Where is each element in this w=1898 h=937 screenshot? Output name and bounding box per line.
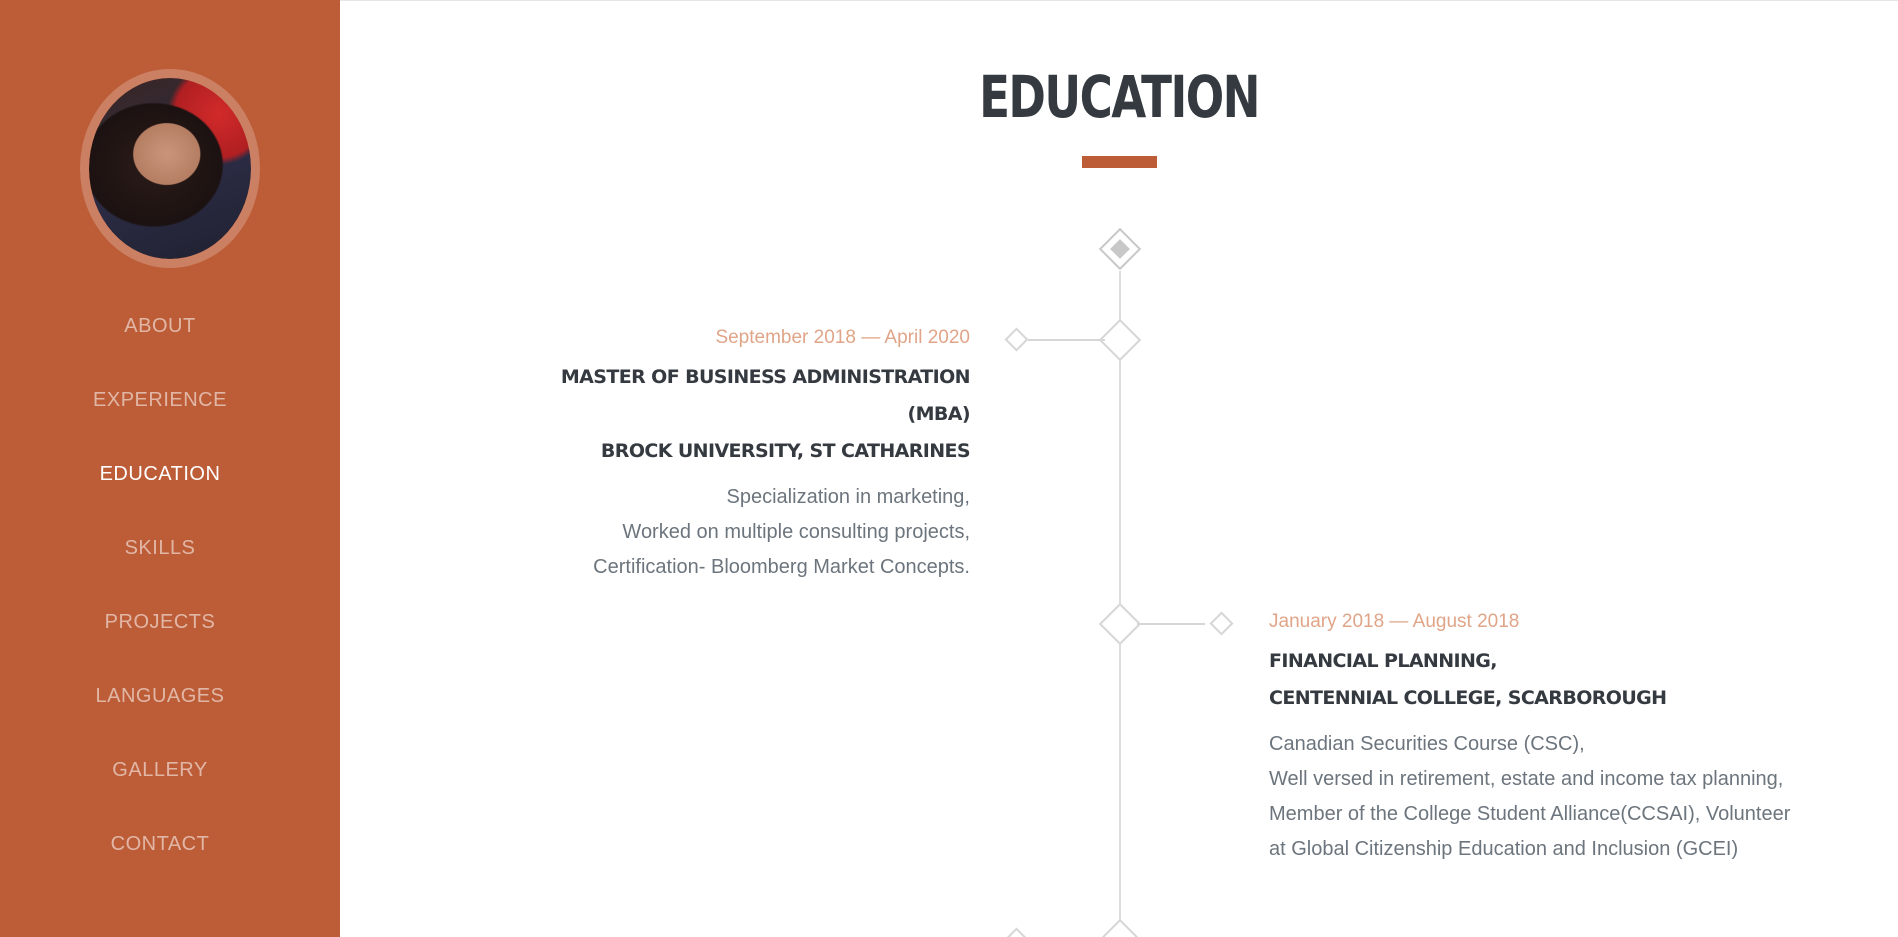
timeline-connector [1137, 623, 1205, 625]
timeline-node [1098, 602, 1142, 646]
timeline-connector [1028, 339, 1105, 341]
entry-school: BROCK UNIVERSITY, ST CATHARINES [600, 440, 971, 462]
nav-item-experience[interactable]: Experience [0, 374, 320, 448]
entry-description-line: Specialization in marketing, [726, 486, 970, 508]
timeline-start-marker [1098, 227, 1142, 271]
sidebar-nav: About Experience Education Skills Projec… [0, 300, 320, 892]
entry-school: CENTENNIAL COLLEGE, SCARBOROUGH [1269, 687, 1667, 709]
entry-date: January 2018 — August 2018 [1269, 611, 1520, 632]
nav-item-projects[interactable]: Projects [0, 596, 320, 670]
nav-item-languages[interactable]: Languages [0, 670, 320, 744]
section-title: EDUCATION [979, 63, 1260, 131]
education-entry-financial-planning: January 2018 — August 2018 FINANCIAL PLA… [1269, 611, 1839, 867]
entry-description: Specialization in marketing, Worked on m… [520, 480, 970, 585]
timeline-node [1098, 918, 1142, 937]
entry-date: September 2018 — April 2020 [715, 327, 970, 348]
title-underline [1082, 156, 1157, 168]
entry-description-line: at Global Citizenship Education and Incl… [1269, 838, 1739, 860]
timeline-small-marker [1209, 611, 1234, 636]
nav-item-skills[interactable]: Skills [0, 522, 320, 596]
education-entry-mba: September 2018 — April 2020 MASTER OF BU… [520, 327, 971, 585]
nav-item-contact[interactable]: Contact [0, 818, 320, 892]
entry-description-line: Canadian Securities Course (CSC), [1269, 733, 1585, 755]
timeline-start-marker-fill [1110, 239, 1130, 259]
entry-degree: MASTER OF BUSINESS ADMINISTRATION (MBA) [560, 366, 971, 425]
main-content: EDUCATION September 2018 — April 2020 MA… [340, 0, 1898, 937]
entry-description: Canadian Securities Course (CSC), Well v… [1269, 727, 1839, 867]
timeline-small-marker [1004, 327, 1029, 352]
entry-description-line: Well versed in retirement, estate and in… [1269, 768, 1784, 790]
timeline-node [1098, 318, 1142, 362]
timeline-small-marker [1004, 927, 1029, 937]
nav-item-education[interactable]: Education [0, 448, 320, 522]
nav-item-about[interactable]: About [0, 300, 320, 374]
sidebar: About Experience Education Skills Projec… [0, 0, 340, 937]
entry-description-line: Member of the College Student Alliance(C… [1269, 803, 1791, 825]
avatar-photo [89, 78, 251, 259]
nav-item-gallery[interactable]: Gallery [0, 744, 320, 818]
entry-degree: FINANCIAL PLANNING, [1269, 650, 1498, 672]
avatar [80, 69, 260, 268]
entry-description-line: Certification- Bloomberg Market Concepts… [593, 556, 970, 578]
entry-description-line: Worked on multiple consulting projects, [622, 521, 970, 543]
